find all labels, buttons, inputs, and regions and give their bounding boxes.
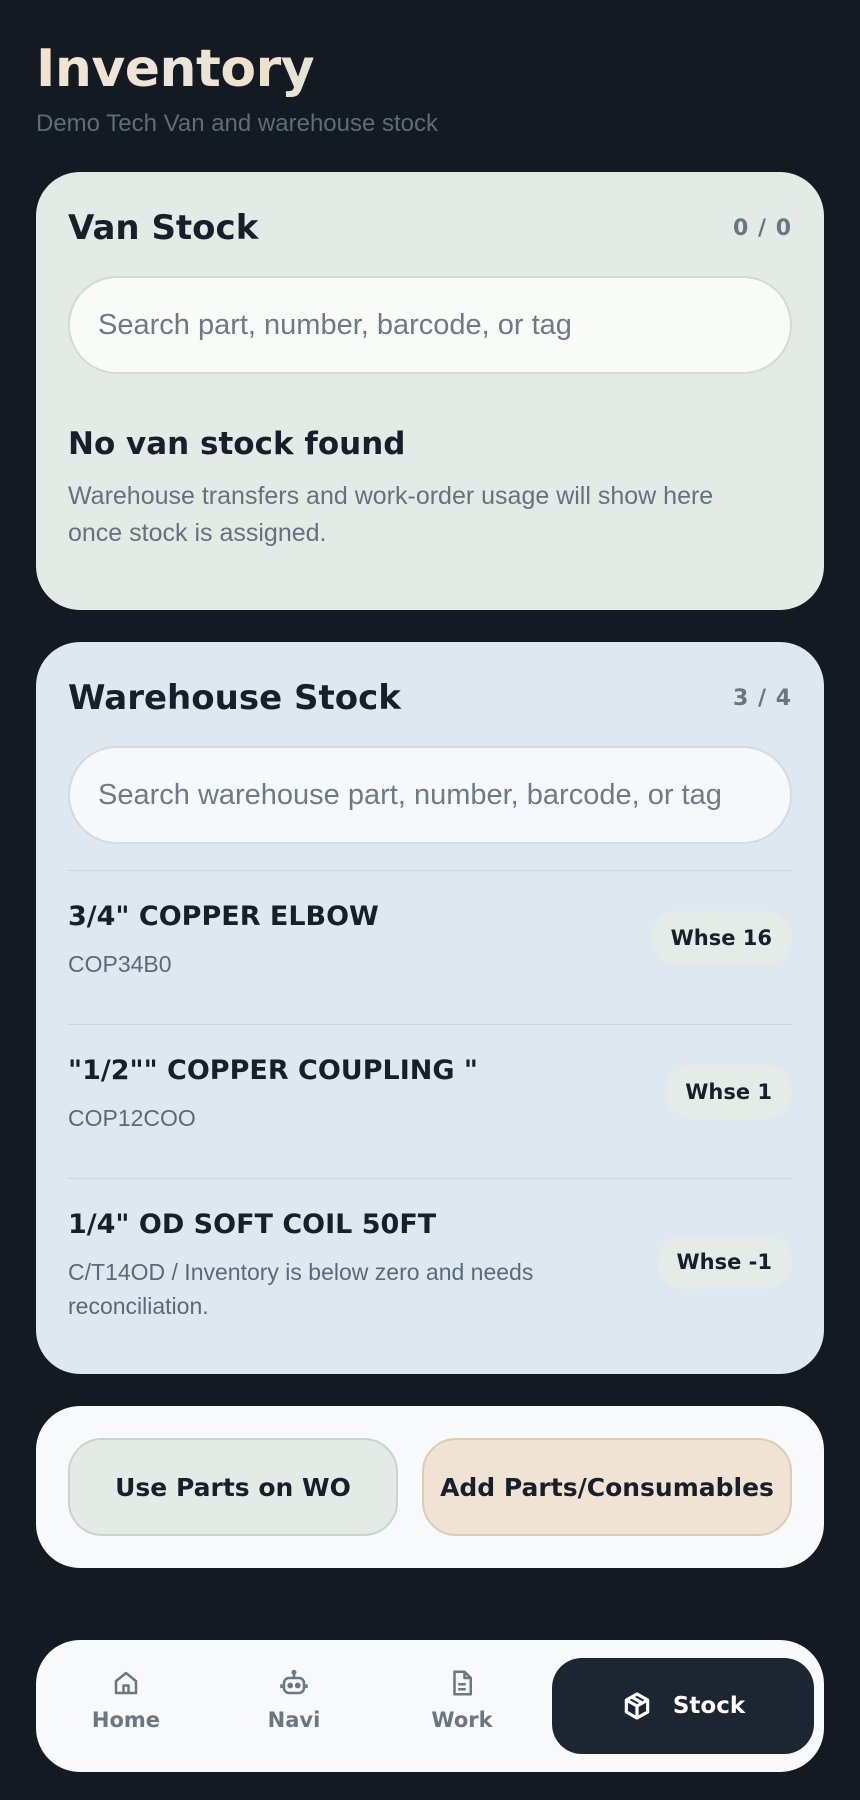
page-subtitle: Demo Tech Van and warehouse stock [36,110,439,137]
item-name: 1/4" OD SOFT COIL 50FT [68,1209,437,1240]
page-header: Inventory Demo Tech Van and warehouse st… [36,40,438,138]
warehouse-stock-header: Warehouse Stock 3 / 4 [68,678,792,718]
nav-label-navi: Navi [267,1708,321,1732]
nav-item-stock[interactable]: Stock [552,1658,814,1754]
nav-item-home[interactable]: Home [56,1668,196,1732]
page-title: Inventory [36,40,438,98]
home-icon [114,1671,138,1695]
van-empty-title: No van stock found [68,426,406,462]
stock-badge: Whse 1 [665,1065,792,1119]
list-item[interactable]: "1/2"" COPPER COUPLING " COP12COO Whse 1 [68,1024,792,1178]
item-sub: C/T14OD / Inventory is below zero and ne… [68,1259,534,1319]
van-empty-text: Warehouse transfers and work-order usage… [68,482,714,547]
warehouse-item-list: 3/4" COPPER ELBOW COP34B0 Whse 16 "1/2""… [68,870,792,1335]
warehouse-stock-card: Warehouse Stock 3 / 4 Search warehouse p… [36,642,824,1374]
stock-badge: Whse 16 [650,911,792,965]
van-search-input[interactable]: Search part, number, barcode, or tag [68,276,792,374]
robot-icon [280,1669,308,1695]
nav-label-stock: Stock [672,1693,746,1719]
warehouse-search-input[interactable]: Search warehouse part, number, barcode, … [68,746,792,844]
warehouse-stock-count: 3 / 4 [733,685,792,711]
add-parts-button[interactable]: Add Parts/Consumables [422,1438,792,1536]
van-stock-title: Van Stock [68,208,259,248]
stock-badge: Whse -1 [656,1235,792,1289]
item-name: "1/2"" COPPER COUPLING " [68,1055,478,1086]
nav-item-work[interactable]: Work [392,1668,532,1732]
item-sub: COP34B0 [68,951,172,977]
item-sub: COP12COO [68,1105,196,1131]
nav-label-work: Work [431,1708,493,1732]
document-icon [453,1670,472,1696]
nav-item-navi[interactable]: Navi [224,1668,364,1732]
van-stock-header: Van Stock 0 / 0 [68,208,792,248]
warehouse-stock-title: Warehouse Stock [68,678,401,718]
box-icon [624,1692,650,1720]
list-item[interactable]: 1/4" OD SOFT COIL 50FT C/T14OD / Invento… [68,1178,792,1335]
bottom-nav: Home Navi Work Stock [36,1640,824,1772]
van-stock-count: 0 / 0 [733,215,792,241]
use-parts-button[interactable]: Use Parts on WO [68,1438,398,1536]
item-name: 3/4" COPPER ELBOW [68,901,379,932]
list-item[interactable]: 3/4" COPPER ELBOW COP34B0 Whse 16 [68,870,792,1024]
van-stock-card: Van Stock 0 / 0 Search part, number, bar… [36,172,824,610]
nav-label-home: Home [91,1708,161,1732]
action-buttons-card: Use Parts on WO Add Parts/Consumables [36,1406,824,1568]
